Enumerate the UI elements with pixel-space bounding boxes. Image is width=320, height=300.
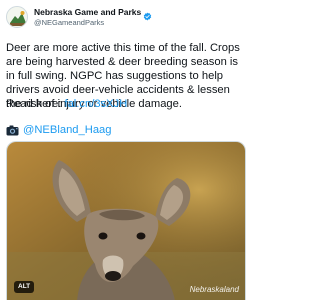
read-here-line: Read here: fal.cn/3sXJH — [6, 97, 127, 111]
tweet-photo[interactable]: Nebraskaland ALT — [6, 141, 246, 300]
photo-credit-link[interactable]: @NEBland_Haag — [23, 123, 111, 137]
read-here-label: Read here: — [6, 98, 62, 110]
verified-badge-icon — [143, 8, 152, 21]
deer-photo-image — [7, 142, 245, 300]
read-here-link[interactable]: fal.cn/3sXJH — [64, 98, 127, 110]
name-row: Nebraska Game and Parks — [34, 7, 152, 21]
photo-watermark: Nebraskaland — [189, 285, 239, 294]
agency-seal-avatar-icon — [7, 7, 27, 27]
tweet-header: Nebraska Game and Parks @NEGameandParks — [6, 6, 242, 30]
tweet-card: Nebraska Game and Parks @NEGameandParks … — [0, 0, 248, 300]
avatar[interactable] — [6, 6, 28, 28]
display-name[interactable]: Nebraska Game and Parks — [34, 7, 141, 18]
handle[interactable]: @NEGameandParks — [34, 18, 104, 28]
camera-icon — [6, 125, 19, 136]
photo-credit-line: @NEBland_Haag — [6, 123, 111, 137]
alt-text-badge[interactable]: ALT — [14, 281, 35, 293]
